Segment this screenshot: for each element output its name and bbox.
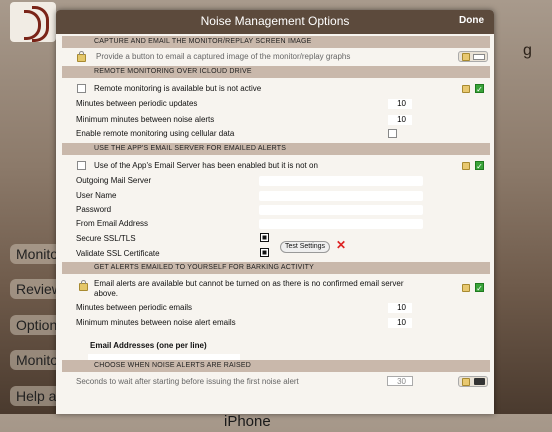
section-header-email-server: USE THE APP'S EMAIL SERVER FOR EMAILED A… [62, 143, 490, 155]
from-email-label: From Email Address [76, 219, 149, 228]
outgoing-mail-server-input[interactable] [259, 176, 423, 186]
secure-ssl-checkbox[interactable] [260, 233, 269, 242]
camera-icon [474, 378, 485, 385]
sound-wave-icon [32, 6, 49, 42]
capture-action-icons[interactable] [458, 51, 488, 62]
cellular-data-label: Enable remote monitoring using cellular … [76, 129, 235, 138]
section-header-raised: CHOOSE WHEN NOISE ALERTS ARE RAISED [62, 360, 490, 372]
bg-partial-text: g [523, 42, 532, 59]
email-alerts-status-line2: above. [94, 289, 119, 298]
lock-icon [462, 378, 470, 386]
email-addresses-label: Email Addresses (one per line) [90, 341, 207, 350]
email-alerts-status-line1: Email alerts are available but cannot be… [94, 279, 404, 288]
password-input[interactable] [259, 205, 423, 215]
outgoing-mail-server-label: Outgoing Mail Server [76, 176, 152, 185]
email-server-checkbox[interactable] [77, 161, 86, 170]
lock-icon [462, 53, 470, 61]
lock-icon [462, 85, 470, 93]
error-x-icon: ✕ [336, 238, 347, 252]
raised-action-icons[interactable] [458, 376, 488, 387]
secure-ssl-label: Secure SSL/TLS [76, 234, 136, 243]
remote-monitoring-checkbox[interactable] [77, 84, 86, 93]
noise-management-options-dialog: Noise Management Options Done CAPTURE AN… [56, 10, 494, 414]
first-alert-delay-input[interactable]: 30 [387, 376, 413, 386]
dialog-title: Noise Management Options [200, 14, 350, 28]
password-label: Password [76, 205, 112, 214]
lock-icon [462, 162, 470, 170]
envelope-icon [473, 54, 485, 60]
user-name-input[interactable] [259, 191, 423, 201]
cellular-data-checkbox[interactable] [388, 129, 397, 138]
noise-alerts-interval-label: Minimum minutes between noise alerts [76, 115, 215, 124]
green-check-icon: ✓ [475, 283, 484, 293]
test-settings-button[interactable]: Test Settings [280, 241, 330, 253]
section-header-capture: CAPTURE AND EMAIL THE MONITOR/REPLAY SCR… [62, 36, 490, 48]
periodic-emails-input[interactable]: 10 [388, 303, 412, 313]
capture-button-option: Provide a button to email a captured ima… [96, 52, 351, 61]
email-server-label: Use of the App's Email Server has been e… [94, 161, 318, 170]
section-header-remote: REMOTE MONITORING OVER ICLOUD DRIVE [62, 66, 490, 78]
app-logo [10, 2, 56, 42]
lock-icon [462, 284, 470, 292]
from-email-input[interactable] [259, 219, 423, 229]
noise-alerts-interval-input[interactable]: 10 [388, 115, 412, 125]
remote-monitoring-label: Remote monitoring is available but is no… [94, 84, 262, 93]
dialog-titlebar: Noise Management Options Done [56, 10, 494, 34]
first-alert-delay-label: Seconds to wait after starting before is… [76, 377, 299, 386]
validate-ssl-label: Validate SSL Certificate [76, 249, 160, 258]
done-button[interactable]: Done [459, 15, 484, 26]
lock-icon [77, 51, 86, 62]
periodic-updates-label: Minutes between periodic updates [76, 99, 198, 108]
alert-emails-interval-label: Minimum minutes between noise alert emai… [76, 318, 236, 327]
validate-ssl-checkbox[interactable] [260, 248, 269, 257]
user-name-label: User Name [76, 191, 117, 200]
alert-emails-interval-input[interactable]: 10 [388, 318, 412, 328]
green-check-icon: ✓ [475, 161, 484, 171]
lock-icon [79, 280, 88, 291]
periodic-emails-label: Minutes between periodic emails [76, 303, 193, 312]
section-header-barking: GET ALERTS EMAILED TO YOURSELF FOR BARKI… [62, 262, 490, 274]
periodic-updates-input[interactable]: 10 [388, 99, 412, 109]
green-check-icon: ✓ [475, 84, 484, 94]
